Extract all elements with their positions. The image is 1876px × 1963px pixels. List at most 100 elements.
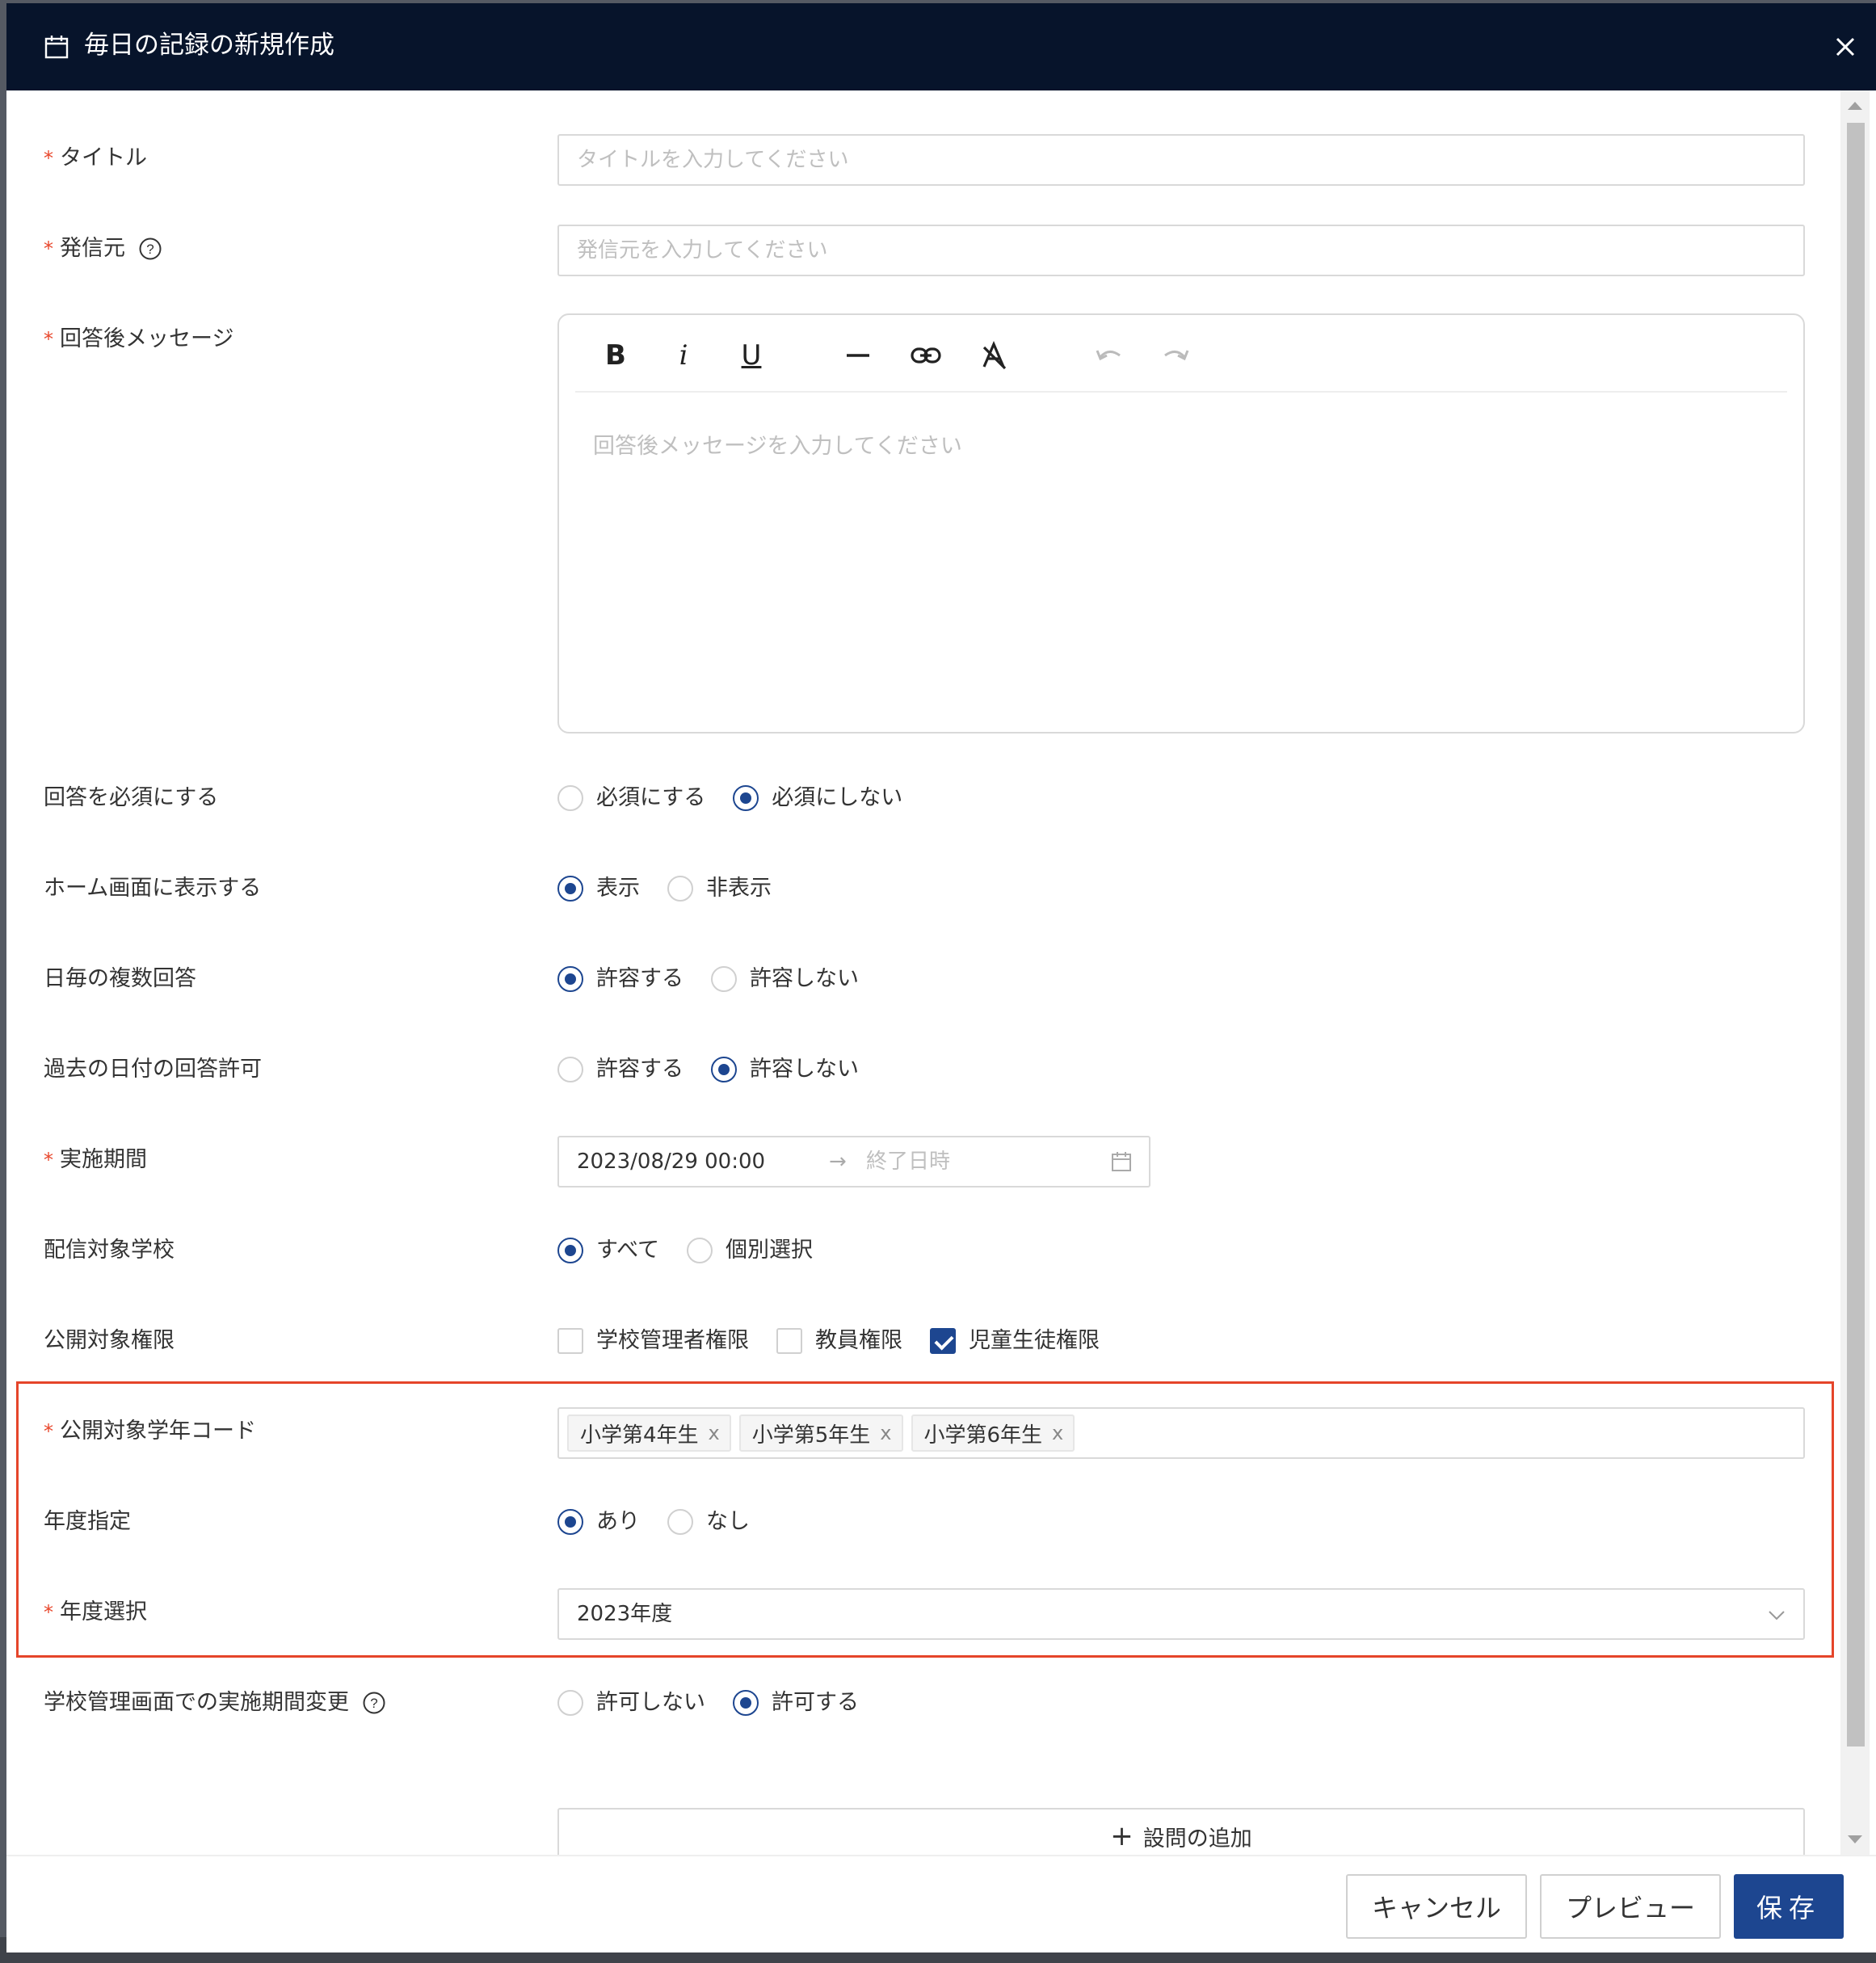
home-display-option-show[interactable]: 表示 xyxy=(557,872,640,905)
past-answer-label: 過去の日付の回答許可 xyxy=(44,1057,262,1082)
radio-button-selected[interactable] xyxy=(557,1238,583,1263)
past-answer-group: 許容する 許容しない xyxy=(557,1053,886,1086)
scroll-up-icon[interactable] xyxy=(1848,102,1862,110)
radio-button[interactable] xyxy=(667,1509,693,1535)
close-icon[interactable] xyxy=(1831,32,1860,61)
radio-button[interactable] xyxy=(667,876,693,902)
scrollbar[interactable] xyxy=(1840,90,1870,1855)
year-spec-option-yes[interactable]: あり xyxy=(557,1506,640,1538)
grade-tag: 小学第6年生 x xyxy=(911,1414,1075,1452)
radio-button[interactable] xyxy=(711,966,737,992)
checkbox-checked[interactable] xyxy=(930,1328,956,1354)
radio-button[interactable] xyxy=(557,785,583,811)
required-mark: * xyxy=(44,237,53,260)
title-placeholder: タイトルを入力してください xyxy=(577,148,849,172)
multi-answer-label: 日毎の複数回答 xyxy=(44,966,196,991)
target-school-option-all[interactable]: すべて xyxy=(557,1234,659,1267)
message-label: * 回答後メッセージ xyxy=(44,323,233,355)
add-question-label: 設問の追加 xyxy=(1142,1826,1252,1852)
required-mark: * xyxy=(44,1420,53,1443)
option-label: 許容しない xyxy=(750,966,859,991)
year-select-dropdown[interactable]: 2023年度 xyxy=(557,1588,1805,1640)
period-change-group: 許可しない 許可する xyxy=(557,1687,886,1719)
grade-code-label: * 公開対象学年コード xyxy=(44,1415,256,1448)
home-display-option-hide[interactable]: 非表示 xyxy=(667,872,772,905)
tag-remove-icon[interactable]: x xyxy=(1052,1422,1063,1444)
permission-option-student[interactable]: 児童生徒権限 xyxy=(930,1325,1100,1357)
permissions-label: 公開対象権限 xyxy=(44,1328,175,1353)
save-button[interactable]: 保存 xyxy=(1734,1874,1844,1939)
period-label-text: 実施期間 xyxy=(60,1147,147,1172)
period-change-label-text: 学校管理画面での実施期間変更 xyxy=(44,1690,349,1715)
multi-answer-option-allow[interactable]: 許容する xyxy=(557,963,684,995)
dialog-header: 毎日の記録の新規作成 xyxy=(6,3,1876,90)
redo-icon[interactable] xyxy=(1160,339,1192,372)
message-placeholder: 回答後メッセージを入力してください xyxy=(593,434,962,459)
sender-input[interactable]: 発信元を入力してください xyxy=(557,225,1805,276)
answer-required-option-no[interactable]: 必須にしない xyxy=(733,782,902,814)
grade-code-multiselect[interactable]: 小学第4年生 x 小学第5年生 x 小学第6年生 x xyxy=(557,1407,1805,1459)
title-input[interactable]: タイトルを入力してください xyxy=(557,134,1805,186)
radio-button-selected[interactable] xyxy=(557,876,583,902)
preview-button[interactable]: プレビュー xyxy=(1540,1874,1721,1939)
sender-label-text: 発信元 xyxy=(60,236,125,261)
year-spec-group: あり なし xyxy=(557,1506,777,1538)
sender-label: * 発信元 ? xyxy=(44,233,162,265)
period-start-date[interactable]: 2023/08/29 00:00 xyxy=(577,1137,765,1186)
chevron-down-icon xyxy=(1769,1611,1785,1620)
tag-label: 小学第5年生 xyxy=(751,1423,871,1448)
year-spec-option-no[interactable]: なし xyxy=(667,1506,750,1538)
checkbox[interactable] xyxy=(557,1328,583,1354)
undo-icon[interactable] xyxy=(1092,339,1125,372)
option-label: 許可する xyxy=(772,1690,859,1715)
help-icon[interactable]: ? xyxy=(362,1691,386,1715)
past-answer-option-deny[interactable]: 許容しない xyxy=(711,1053,859,1086)
calendar-icon xyxy=(44,36,69,59)
period-end-placeholder[interactable]: 終了日時 xyxy=(866,1137,950,1186)
underline-icon[interactable]: U xyxy=(735,339,768,372)
cancel-button[interactable]: キャンセル xyxy=(1346,1874,1527,1939)
help-icon[interactable]: ? xyxy=(138,237,162,261)
permission-option-teacher[interactable]: 教員権限 xyxy=(776,1325,902,1357)
tag-label: 小学第6年生 xyxy=(923,1423,1043,1448)
target-school-option-individual[interactable]: 個別選択 xyxy=(687,1234,813,1267)
message-editor[interactable]: B i U 回答後メッセージを入力してください xyxy=(557,313,1805,733)
radio-button-selected[interactable] xyxy=(733,785,759,811)
permission-option-school-admin[interactable]: 学校管理者権限 xyxy=(557,1325,749,1357)
radio-button[interactable] xyxy=(687,1238,713,1263)
dialog-title: 毎日の記録の新規作成 xyxy=(84,31,334,60)
period-change-option-deny[interactable]: 許可しない xyxy=(557,1687,705,1719)
option-label: 許容する xyxy=(596,1057,684,1082)
editor-toolbar: B i U xyxy=(575,315,1787,393)
year-select-label-text: 年度選択 xyxy=(60,1599,147,1625)
radio-button-selected[interactable] xyxy=(733,1690,759,1716)
radio-button[interactable] xyxy=(557,1690,583,1716)
radio-button[interactable] xyxy=(557,1057,583,1082)
tag-remove-icon[interactable]: x xyxy=(709,1422,720,1444)
dialog-footer: キャンセル プレビュー 保存 xyxy=(6,1855,1876,1952)
tag-remove-icon[interactable]: x xyxy=(880,1422,891,1444)
multi-answer-option-deny[interactable]: 許容しない xyxy=(711,963,859,995)
option-label: 教員権限 xyxy=(815,1328,902,1353)
italic-icon[interactable]: i xyxy=(667,339,700,372)
radio-button-selected[interactable] xyxy=(557,966,583,992)
option-label: 許可しない xyxy=(596,1690,705,1715)
period-change-option-allow[interactable]: 許可する xyxy=(733,1687,859,1719)
link-icon[interactable] xyxy=(910,339,942,372)
option-label: 学校管理者権限 xyxy=(596,1328,749,1353)
clear-format-icon[interactable] xyxy=(978,339,1010,372)
answer-required-option-yes[interactable]: 必須にする xyxy=(557,782,705,814)
add-question-button[interactable]: + 設問の追加 xyxy=(557,1808,1805,1855)
period-date-range[interactable]: 2023/08/29 00:00 → 終了日時 xyxy=(557,1136,1150,1187)
tag-label: 小学第4年生 xyxy=(580,1423,699,1448)
scrollbar-thumb[interactable] xyxy=(1847,123,1865,1747)
scroll-down-icon[interactable] xyxy=(1848,1835,1862,1843)
svg-text:?: ? xyxy=(370,1696,377,1711)
bold-icon[interactable]: B xyxy=(599,339,632,372)
horizontal-rule-icon[interactable] xyxy=(842,339,874,372)
radio-button-selected[interactable] xyxy=(711,1057,737,1082)
checkbox[interactable] xyxy=(776,1328,802,1354)
calendar-icon[interactable] xyxy=(1110,1150,1133,1173)
past-answer-option-allow[interactable]: 許容する xyxy=(557,1053,684,1086)
radio-button-selected[interactable] xyxy=(557,1509,583,1535)
